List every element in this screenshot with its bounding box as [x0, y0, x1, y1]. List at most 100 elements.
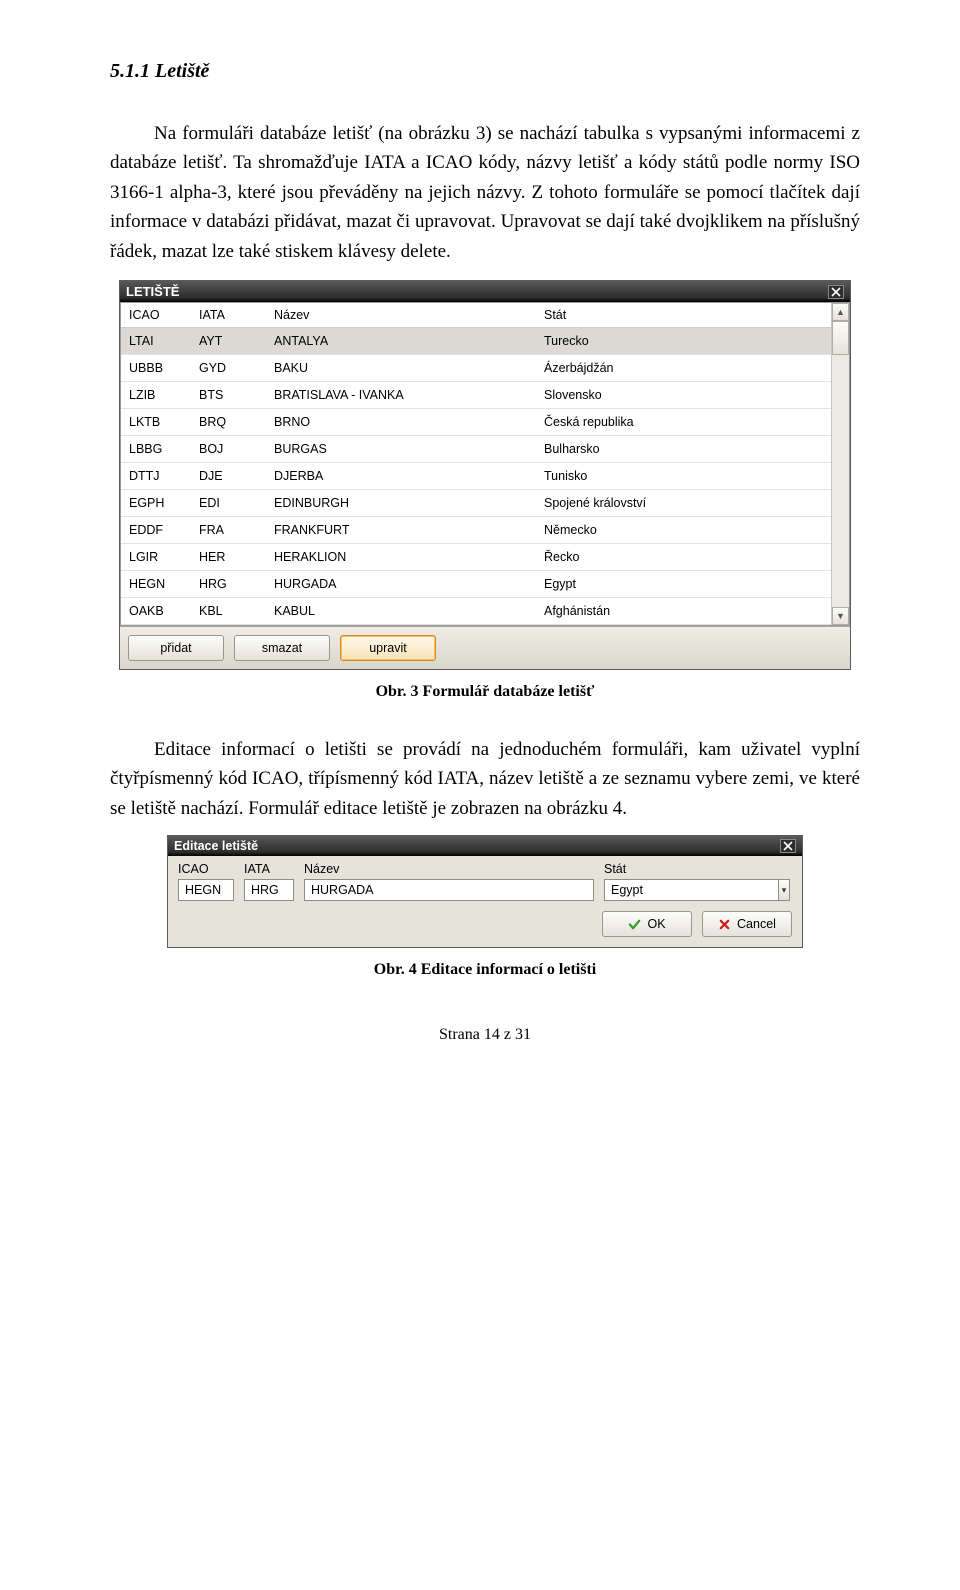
airports-table[interactable]: ICAO IATA Název Stát LTAIAYTANTALYATurec… — [121, 303, 831, 625]
label-icao: ICAO — [178, 862, 234, 876]
stat-combobox[interactable]: ▾ — [604, 879, 790, 901]
cancel-button[interactable]: Cancel — [702, 911, 792, 937]
cell-icao: LTAI — [121, 328, 191, 355]
icao-input[interactable] — [178, 879, 234, 901]
cell-iata: EDI — [191, 490, 266, 517]
table-row[interactable]: LZIBBTSBRATISLAVA - IVANKASlovensko — [121, 382, 831, 409]
cell-stat: Řecko — [536, 544, 831, 571]
table-row[interactable]: DTTJDJEDJERBATunisko — [121, 463, 831, 490]
cell-icao: DTTJ — [121, 463, 191, 490]
cell-icao: UBBB — [121, 355, 191, 382]
cell-stat: Afghánistán — [536, 598, 831, 625]
cell-nazev: BRNO — [266, 409, 536, 436]
cell-icao: LBBG — [121, 436, 191, 463]
cell-nazev: BRATISLAVA - IVANKA — [266, 382, 536, 409]
table-row[interactable]: OAKBKBLKABULAfghánistán — [121, 598, 831, 625]
cell-nazev: FRANKFURT — [266, 517, 536, 544]
cell-nazev: KABUL — [266, 598, 536, 625]
field-stat: Stát ▾ — [604, 862, 790, 901]
cross-icon — [718, 918, 731, 931]
scroll-track[interactable] — [832, 355, 849, 607]
field-icao: ICAO — [178, 862, 234, 901]
cell-nazev: HURGADA — [266, 571, 536, 598]
cell-icao: HEGN — [121, 571, 191, 598]
nazev-input[interactable] — [304, 879, 594, 901]
col-nazev[interactable]: Název — [266, 303, 536, 328]
ok-label: OK — [647, 917, 665, 931]
cell-icao: EGPH — [121, 490, 191, 517]
cancel-label: Cancel — [737, 917, 776, 931]
col-stat[interactable]: Stát — [536, 303, 831, 328]
cell-iata: BOJ — [191, 436, 266, 463]
grid-wrapper: ICAO IATA Název Stát LTAIAYTANTALYATurec… — [120, 302, 850, 626]
chevron-down-icon[interactable]: ▾ — [778, 879, 790, 901]
table-row[interactable]: LBBGBOJBURGASBulharsko — [121, 436, 831, 463]
paragraph-1: Na formuláři databáze letišť (na obrázku… — [110, 119, 860, 266]
cell-icao: LKTB — [121, 409, 191, 436]
airports-window: LETIŠTĚ ICAO IATA Název Stát LTAIAYTANTA… — [119, 280, 851, 670]
cell-stat: Ázerbájdžán — [536, 355, 831, 382]
cell-iata: DJE — [191, 463, 266, 490]
cell-iata: BTS — [191, 382, 266, 409]
cell-nazev: DJERBA — [266, 463, 536, 490]
add-button[interactable]: přidat — [128, 635, 224, 661]
dialog-title: Editace letiště — [174, 839, 258, 853]
table-row[interactable]: LTAIAYTANTALYATurecko — [121, 328, 831, 355]
scrollbar[interactable]: ▲ ▼ — [831, 303, 849, 625]
scroll-down-icon[interactable]: ▼ — [832, 607, 849, 625]
edit-airport-dialog: Editace letiště ICAO IATA Název Stát — [167, 835, 803, 948]
window-title: LETIŠTĚ — [126, 284, 179, 299]
figure-4-caption: Obr. 4 Editace informací o letišti — [110, 958, 860, 983]
cell-iata: BRQ — [191, 409, 266, 436]
cell-stat: Slovensko — [536, 382, 831, 409]
section-heading: 5.1.1 Letiště — [110, 60, 860, 83]
cell-iata: FRA — [191, 517, 266, 544]
cell-icao: EDDF — [121, 517, 191, 544]
stat-input[interactable] — [604, 879, 778, 901]
table-row[interactable]: UBBBGYDBAKUÁzerbájdžán — [121, 355, 831, 382]
figure-3-caption: Obr. 3 Formulář databáze letišť — [110, 680, 860, 705]
ok-button[interactable]: OK — [602, 911, 692, 937]
cell-nazev: BAKU — [266, 355, 536, 382]
dialog-actions: OK Cancel — [178, 911, 792, 937]
col-icao[interactable]: ICAO — [121, 303, 191, 328]
page-number: Strana 14 z 31 — [110, 1023, 860, 1048]
delete-button[interactable]: smazat — [234, 635, 330, 661]
label-nazev: Název — [304, 862, 594, 876]
paragraph-2: Editace informací o letišti se provádí n… — [110, 735, 860, 823]
cell-nazev: EDINBURGH — [266, 490, 536, 517]
cell-nazev: ANTALYA — [266, 328, 536, 355]
table-row[interactable]: EGPHEDIEDINBURGHSpojené království — [121, 490, 831, 517]
iata-input[interactable] — [244, 879, 294, 901]
table-row[interactable]: HEGNHRGHURGADAEgypt — [121, 571, 831, 598]
table-row[interactable]: EDDFFRAFRANKFURTNěmecko — [121, 517, 831, 544]
cell-stat: Česká republika — [536, 409, 831, 436]
edit-button[interactable]: upravit — [340, 635, 436, 661]
table-header-row: ICAO IATA Název Stát — [121, 303, 831, 328]
cell-icao: OAKB — [121, 598, 191, 625]
cell-iata: HER — [191, 544, 266, 571]
label-iata: IATA — [244, 862, 294, 876]
cell-icao: LZIB — [121, 382, 191, 409]
check-icon — [628, 918, 641, 931]
scroll-thumb[interactable] — [832, 321, 849, 355]
form-row: ICAO IATA Název Stát ▾ — [178, 862, 792, 901]
scroll-up-icon[interactable]: ▲ — [832, 303, 849, 321]
col-iata[interactable]: IATA — [191, 303, 266, 328]
table-row[interactable]: LKTBBRQBRNOČeská republika — [121, 409, 831, 436]
cell-stat: Německo — [536, 517, 831, 544]
cell-nazev: HERAKLION — [266, 544, 536, 571]
cell-iata: KBL — [191, 598, 266, 625]
cell-stat: Egypt — [536, 571, 831, 598]
close-icon[interactable] — [828, 285, 844, 299]
cell-stat: Bulharsko — [536, 436, 831, 463]
cell-stat: Tunisko — [536, 463, 831, 490]
close-icon[interactable] — [780, 839, 796, 853]
table-row[interactable]: LGIRHERHERAKLIONŘecko — [121, 544, 831, 571]
dialog-body: ICAO IATA Název Stát ▾ OK — [168, 856, 802, 947]
titlebar: LETIŠTĚ — [120, 281, 850, 302]
toolbar: přidat smazat upravit — [120, 626, 850, 669]
cell-iata: HRG — [191, 571, 266, 598]
field-nazev: Název — [304, 862, 594, 901]
label-stat: Stát — [604, 862, 790, 876]
